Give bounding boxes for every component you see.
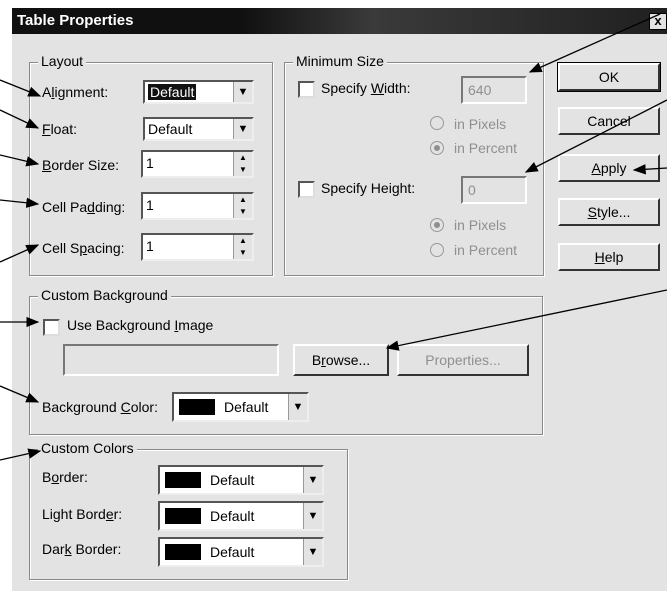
callout-arrows [0,13,667,461]
